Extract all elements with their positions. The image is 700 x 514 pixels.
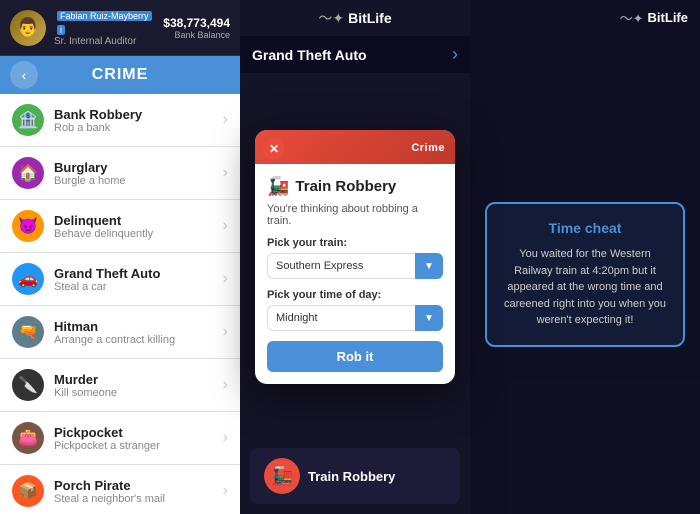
crime-name: Pickpocket [54, 425, 213, 440]
grand-theft-auto-icon: 🚗 [12, 263, 44, 295]
crime-item-delinquent[interactable]: 😈 Delinquent Behave delinquently › [0, 200, 240, 253]
bank-robbery-icon: 🏦 [12, 104, 44, 136]
crime-arrow: › [223, 164, 228, 182]
profile-title: Sr. Internal Auditor [54, 36, 155, 47]
modal-close-button[interactable]: ✕ [263, 138, 285, 160]
balance-container: $38,773,494 Bank Balance [163, 16, 230, 40]
profile-name[interactable]: Fabian Ruiz-Mayberry i [54, 8, 155, 36]
far-right-logo-text: BitLife [648, 10, 688, 25]
murder-icon: 🔪 [12, 369, 44, 401]
back-button[interactable]: ‹ [10, 61, 38, 89]
crime-name: Burglary [54, 160, 213, 175]
nav-header: ‹ CRIME [0, 56, 240, 94]
modal-body: 🚂 Train Robbery You're thinking about ro… [255, 164, 455, 384]
close-icon: ✕ [269, 142, 279, 156]
crime-text: Grand Theft Auto Steal a car [54, 266, 213, 293]
porch-pirate-icon: 📦 [12, 475, 44, 507]
avatar: 👨 [10, 10, 46, 46]
time-select[interactable]: Midnight Morning Afternoon Evening [267, 305, 443, 331]
modal-overlay: ✕ Crime 🚂 Train Robbery You're thinking … [240, 0, 470, 514]
modal-title: Train Robbery [295, 178, 396, 195]
crime-desc: Steal a neighbor's mail [54, 493, 213, 505]
nav-title: CRIME [92, 66, 149, 84]
profile-bar: 👨 Fabian Ruiz-Mayberry i Sr. Internal Au… [0, 0, 240, 56]
crime-text: Pickpocket Pickpocket a stranger [54, 425, 213, 452]
crime-text: Hitman Arrange a contract killing [54, 319, 213, 346]
bank-balance: $38,773,494 [163, 16, 230, 30]
crime-desc: Steal a car [54, 281, 213, 293]
crime-text: Murder Kill someone [54, 372, 213, 399]
crime-name: Porch Pirate [54, 478, 213, 493]
crime-arrow: › [223, 111, 228, 129]
time-cheat-card: Time cheat You waited for the Western Ra… [485, 202, 685, 347]
crime-arrow: › [223, 217, 228, 235]
delinquent-icon: 😈 [12, 210, 44, 242]
far-right-content: Time cheat You waited for the Western Ra… [470, 35, 700, 514]
crime-arrow: › [223, 270, 228, 288]
crime-arrow: › [223, 376, 228, 394]
time-cheat-title: Time cheat [503, 220, 667, 236]
time-label: Pick your time of day: [267, 289, 443, 301]
crime-item-murder[interactable]: 🔪 Murder Kill someone › [0, 359, 240, 412]
crime-desc: Pickpocket a stranger [54, 440, 213, 452]
crime-desc: Behave delinquently [54, 228, 213, 240]
crime-text: Porch Pirate Steal a neighbor's mail [54, 478, 213, 505]
middle-panel: 〜✦ BitLife Grand Theft Auto › 🚂 Train Ro… [240, 0, 470, 514]
far-right-header: 〜✦ BitLife [470, 0, 700, 35]
modal-header: Crime [255, 130, 455, 164]
crime-name: Hitman [54, 319, 213, 334]
rob-it-button[interactable]: Rob it [267, 341, 443, 372]
crime-name: Murder [54, 372, 213, 387]
right-area: 〜✦ BitLife Grand Theft Auto › 🚂 Train Ro… [240, 0, 700, 514]
crime-item-burglary[interactable]: 🏠 Burglary Burgle a home › [0, 147, 240, 200]
crime-item-hitman[interactable]: 🔫 Hitman Arrange a contract killing › [0, 306, 240, 359]
modal-title-row: 🚂 Train Robbery [267, 176, 443, 197]
crime-desc: Burgle a home [54, 175, 213, 187]
crime-list: 🏦 Bank Robbery Rob a bank › 🏠 Burglary B… [0, 94, 240, 514]
modal-header-label: Crime [411, 142, 445, 154]
crime-item-grand-theft-auto[interactable]: 🚗 Grand Theft Auto Steal a car › [0, 253, 240, 306]
crime-arrow: › [223, 482, 228, 500]
crime-text: Delinquent Behave delinquently [54, 213, 213, 240]
crime-desc: Kill someone [54, 387, 213, 399]
pickpocket-icon: 👛 [12, 422, 44, 454]
time-select-wrapper: Midnight Morning Afternoon Evening ▼ [267, 305, 443, 331]
crime-arrow: › [223, 323, 228, 341]
crime-item-pickpocket[interactable]: 👛 Pickpocket Pickpocket a stranger › [0, 412, 240, 465]
crime-text: Bank Robbery Rob a bank [54, 107, 213, 134]
hitman-icon: 🔫 [12, 316, 44, 348]
crime-name: Delinquent [54, 213, 213, 228]
crime-item-porch-pirate[interactable]: 📦 Porch Pirate Steal a neighbor's mail › [0, 465, 240, 514]
crime-arrow: › [223, 429, 228, 447]
crime-name: Grand Theft Auto [54, 266, 213, 281]
crime-text: Burglary Burgle a home [54, 160, 213, 187]
profile-badge: i [57, 25, 65, 35]
train-robbery-modal: ✕ Crime 🚂 Train Robbery You're thinking … [255, 130, 455, 384]
burglary-icon: 🏠 [12, 157, 44, 189]
balance-label: Bank Balance [163, 30, 230, 40]
profile-info: Fabian Ruiz-Mayberry i Sr. Internal Audi… [54, 8, 155, 47]
crime-item-bank-robbery[interactable]: 🏦 Bank Robbery Rob a bank › [0, 94, 240, 147]
far-right-squiggle-icon: 〜✦ [620, 8, 644, 27]
far-right-panel: 〜✦ BitLife Time cheat You waited for the… [470, 0, 700, 514]
modal-train-emoji: 🚂 [267, 176, 289, 197]
left-panel: 👨 Fabian Ruiz-Mayberry i Sr. Internal Au… [0, 0, 240, 514]
crime-name: Bank Robbery [54, 107, 213, 122]
train-select-wrapper: Southern Express Northern Line Western R… [267, 253, 443, 279]
train-select[interactable]: Southern Express Northern Line Western R… [267, 253, 443, 279]
modal-description: You're thinking about robbing a train. [267, 203, 443, 227]
time-cheat-description: You waited for the Western Railway train… [503, 246, 667, 329]
profile-name-text: Fabian Ruiz-Mayberry [57, 11, 152, 21]
crime-desc: Rob a bank [54, 122, 213, 134]
crime-desc: Arrange a contract killing [54, 334, 213, 346]
train-label: Pick your train: [267, 237, 443, 249]
